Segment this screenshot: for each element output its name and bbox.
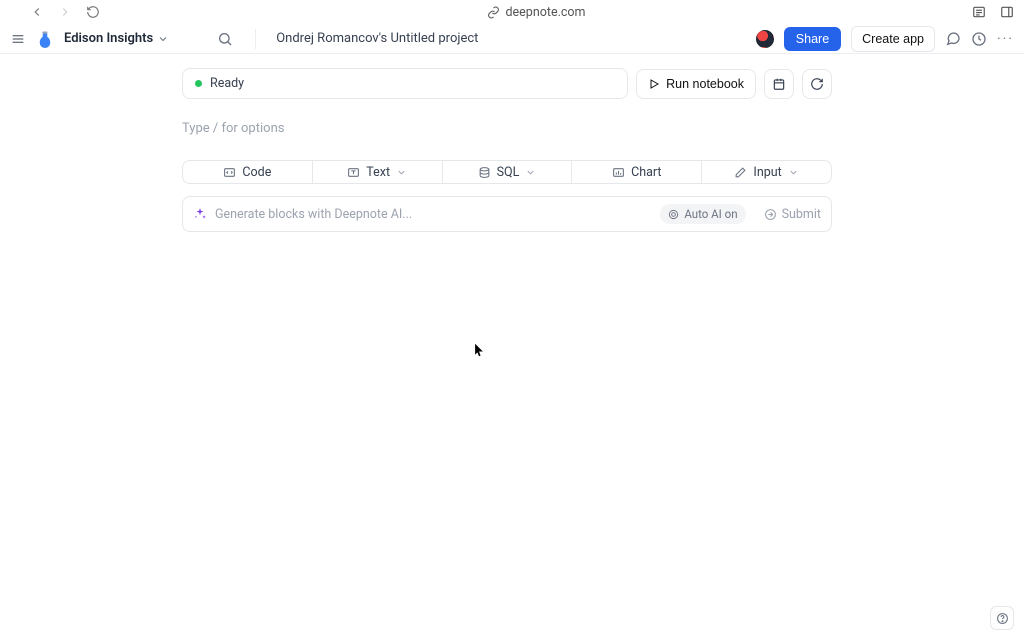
code-icon: [223, 166, 236, 179]
text-icon: [347, 166, 360, 179]
url-text: deepnote.com: [506, 5, 586, 20]
avatar[interactable]: [756, 30, 774, 48]
sparkle-icon: [193, 207, 207, 221]
comments-icon[interactable]: [945, 31, 961, 47]
link-icon: [487, 6, 500, 19]
ai-placeholder: Generate blocks with Deepnote AI...: [215, 207, 652, 222]
play-icon: [648, 78, 660, 90]
block-type-label: Chart: [631, 165, 661, 180]
block-type-label: Code: [242, 165, 271, 180]
submit-label: Submit: [782, 207, 821, 222]
project-title[interactable]: Ondrej Romancov's Untitled project: [276, 31, 478, 46]
chart-icon: [612, 166, 625, 179]
reload-icon: [810, 77, 824, 91]
block-type-label: SQL: [497, 165, 520, 180]
chevron-down-icon: [788, 167, 799, 178]
submit-button[interactable]: Submit: [764, 207, 821, 222]
workspace-name: Edison Insights: [64, 31, 153, 46]
address-bar[interactable]: deepnote.com: [487, 5, 586, 20]
chevron-down-icon: [396, 167, 407, 178]
search-icon[interactable]: [217, 31, 233, 47]
status-dot-icon: [195, 80, 202, 87]
status-label: Ready: [210, 76, 244, 91]
run-notebook-button[interactable]: Run notebook: [636, 69, 756, 99]
database-icon: [478, 166, 491, 179]
cursor-icon: [474, 343, 484, 357]
back-icon[interactable]: [30, 5, 44, 19]
auto-ai-toggle[interactable]: Auto AI on: [660, 204, 745, 224]
list-icon[interactable]: [972, 5, 986, 19]
panel-right-icon[interactable]: [1000, 5, 1014, 19]
status-indicator[interactable]: Ready: [182, 68, 628, 99]
block-type-chart[interactable]: Chart: [571, 161, 701, 183]
block-type-bar: Code Text SQL Chart In: [182, 160, 832, 184]
submit-icon: [764, 208, 777, 221]
refresh-icon[interactable]: [86, 5, 100, 19]
block-type-text[interactable]: Text: [312, 161, 442, 183]
chevron-down-icon: [525, 167, 536, 178]
forward-icon: [58, 5, 72, 19]
create-app-button[interactable]: Create app: [851, 26, 935, 52]
help-button[interactable]: [990, 606, 1014, 630]
block-type-code[interactable]: Code: [183, 161, 312, 183]
share-button[interactable]: Share: [784, 27, 841, 51]
block-type-sql[interactable]: SQL: [442, 161, 572, 183]
block-type-label: Input: [753, 165, 781, 180]
chevron-down-icon: [157, 33, 169, 45]
schedule-button[interactable]: [764, 69, 794, 99]
more-icon[interactable]: ···: [997, 31, 1014, 47]
logo-icon: [36, 30, 54, 48]
divider: [255, 29, 256, 49]
run-label: Run notebook: [666, 77, 744, 91]
block-type-label: Text: [366, 165, 390, 180]
calendar-icon: [772, 77, 786, 91]
restart-button[interactable]: [802, 69, 832, 99]
bolt-icon: [668, 209, 679, 220]
editor-placeholder[interactable]: Type / for options: [182, 121, 832, 136]
menu-icon[interactable]: [10, 31, 26, 47]
pencil-icon: [734, 166, 747, 179]
workspace-dropdown[interactable]: Edison Insights: [64, 31, 169, 46]
auto-ai-label: Auto AI on: [684, 207, 737, 221]
block-type-input[interactable]: Input: [701, 161, 831, 183]
help-icon: [996, 612, 1009, 625]
ai-generate-bar[interactable]: Generate blocks with Deepnote AI... Auto…: [182, 196, 832, 232]
clock-icon[interactable]: [971, 31, 987, 47]
